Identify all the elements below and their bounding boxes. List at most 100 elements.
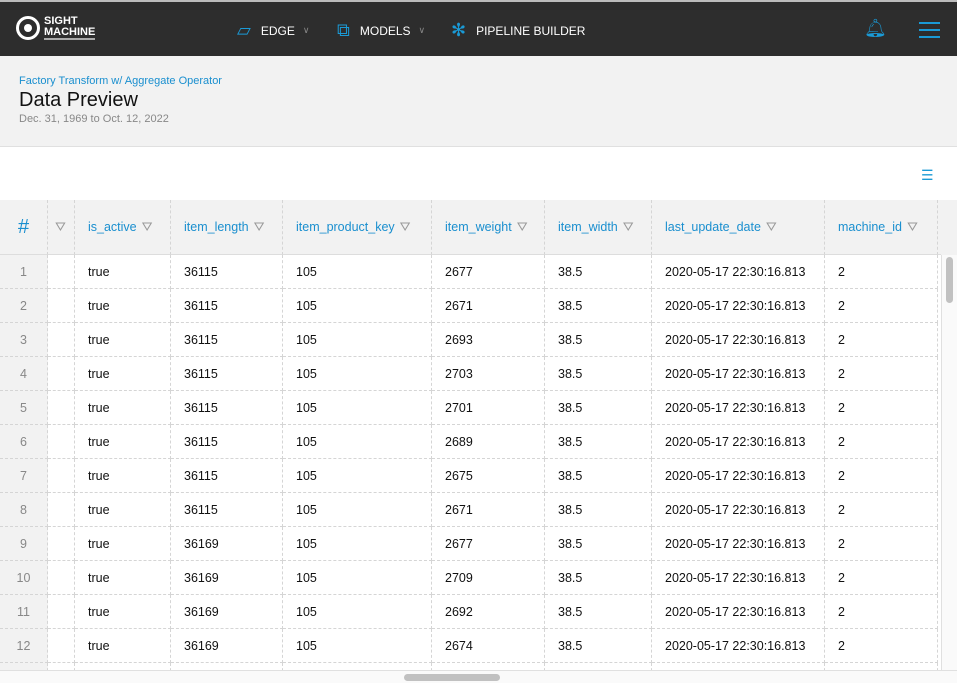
table-cell[interactable]: 2677 bbox=[432, 255, 545, 289]
table-cell[interactable]: 2 bbox=[825, 561, 938, 595]
table-cell[interactable]: 38.5 bbox=[545, 323, 652, 357]
table-cell[interactable]: 2701 bbox=[432, 391, 545, 425]
table-cell[interactable] bbox=[171, 663, 283, 670]
table-cell[interactable]: 2020-05-17 22:30:16.813 bbox=[652, 595, 825, 629]
filter-icon[interactable]: ⛛ bbox=[400, 219, 411, 235]
table-cell[interactable]: 2020-05-17 22:30:16.813 bbox=[652, 493, 825, 527]
table-cell[interactable]: 105 bbox=[283, 493, 432, 527]
column-header-item_product_key[interactable]: item_product_key ⛛ bbox=[283, 200, 432, 255]
table-cell[interactable]: 2671 bbox=[432, 493, 545, 527]
table-cell[interactable]: 2674 bbox=[432, 629, 545, 663]
table-cell[interactable]: 36115 bbox=[171, 425, 283, 459]
table-cell[interactable]: 2020-05-17 22:30:16.813 bbox=[652, 289, 825, 323]
table-cell[interactable]: 36115 bbox=[171, 357, 283, 391]
table-cell[interactable]: 2675 bbox=[432, 459, 545, 493]
table-cell[interactable]: 36115 bbox=[171, 493, 283, 527]
table-cell[interactable]: 38.5 bbox=[545, 459, 652, 493]
table-cell[interactable]: 2020-05-17 22:30:16.813 bbox=[652, 357, 825, 391]
table-cell[interactable]: true bbox=[75, 255, 171, 289]
vertical-scrollbar[interactable] bbox=[941, 255, 957, 670]
table-cell[interactable]: 2020-05-17 22:30:16.813 bbox=[652, 323, 825, 357]
table-cell[interactable]: 38.5 bbox=[545, 595, 652, 629]
table-cell[interactable]: 105 bbox=[283, 391, 432, 425]
table-cell[interactable]: 2692 bbox=[432, 595, 545, 629]
table-cell[interactable]: 105 bbox=[283, 255, 432, 289]
nav-models[interactable]: ⧉ MODELS ∨ bbox=[337, 20, 425, 41]
sight-machine-logo[interactable]: SIGHT MACHINE bbox=[16, 16, 96, 40]
nav-edge[interactable]: ▱ EDGE ∨ bbox=[237, 20, 309, 41]
table-cell[interactable]: 2 bbox=[825, 391, 938, 425]
table-cell[interactable]: 2020-05-17 22:30:16.813 bbox=[652, 255, 825, 289]
table-cell[interactable]: 2 bbox=[825, 527, 938, 561]
table-cell[interactable]: 2693 bbox=[432, 323, 545, 357]
table-cell[interactable]: 36115 bbox=[171, 459, 283, 493]
breadcrumb[interactable]: Factory Transform w/ Aggregate Operator bbox=[19, 75, 222, 87]
column-list-icon[interactable]: ☰ bbox=[921, 167, 934, 184]
table-cell[interactable]: true bbox=[75, 561, 171, 595]
table-cell[interactable]: 105 bbox=[283, 595, 432, 629]
table-cell[interactable]: 36115 bbox=[171, 255, 283, 289]
table-cell[interactable] bbox=[432, 663, 545, 670]
table-cell[interactable]: 105 bbox=[283, 357, 432, 391]
table-cell[interactable] bbox=[283, 663, 432, 670]
filter-icon[interactable]: ⛛ bbox=[623, 219, 634, 235]
filter-icon[interactable]: ⛛ bbox=[142, 219, 153, 235]
table-cell[interactable]: 105 bbox=[283, 425, 432, 459]
table-cell[interactable]: true bbox=[75, 595, 171, 629]
table-cell[interactable]: 38.5 bbox=[545, 493, 652, 527]
table-cell[interactable]: 105 bbox=[283, 459, 432, 493]
table-cell[interactable]: 2020-05-17 22:30:16.813 bbox=[652, 561, 825, 595]
table-cell[interactable]: true bbox=[75, 493, 171, 527]
table-cell[interactable]: true bbox=[75, 357, 171, 391]
table-cell[interactable]: 2 bbox=[825, 425, 938, 459]
table-cell[interactable]: 105 bbox=[283, 527, 432, 561]
table-cell[interactable]: 38.5 bbox=[545, 289, 652, 323]
table-cell[interactable]: 2709 bbox=[432, 561, 545, 595]
table-cell[interactable]: 36115 bbox=[171, 289, 283, 323]
table-cell[interactable]: 2 bbox=[825, 595, 938, 629]
table-cell[interactable]: 36115 bbox=[171, 391, 283, 425]
filter-icon[interactable]: ⛛ bbox=[55, 219, 66, 235]
table-cell[interactable]: 2689 bbox=[432, 425, 545, 459]
table-cell[interactable] bbox=[652, 663, 825, 670]
table-cell[interactable]: true bbox=[75, 459, 171, 493]
table-cell[interactable]: true bbox=[75, 323, 171, 357]
table-cell[interactable]: 2020-05-17 22:30:16.813 bbox=[652, 391, 825, 425]
table-cell[interactable]: 2677 bbox=[432, 527, 545, 561]
table-cell[interactable]: 36169 bbox=[171, 629, 283, 663]
table-cell[interactable]: 2020-05-17 22:30:16.813 bbox=[652, 425, 825, 459]
table-cell[interactable]: 2 bbox=[825, 323, 938, 357]
table-cell[interactable]: 105 bbox=[283, 323, 432, 357]
row-filter-header[interactable]: ⛛ bbox=[48, 200, 75, 255]
table-cell[interactable]: 2020-05-17 22:30:16.813 bbox=[652, 527, 825, 561]
column-header-item_length[interactable]: item_length ⛛ bbox=[171, 200, 283, 255]
filter-icon[interactable]: ⛛ bbox=[907, 219, 918, 235]
table-cell[interactable]: 2 bbox=[825, 357, 938, 391]
bell-icon[interactable]: 🔔︎ bbox=[864, 18, 887, 39]
table-cell[interactable]: 2 bbox=[825, 255, 938, 289]
table-cell[interactable]: true bbox=[75, 391, 171, 425]
table-cell[interactable]: 105 bbox=[283, 629, 432, 663]
hamburger-menu-icon[interactable] bbox=[919, 22, 940, 43]
table-cell[interactable]: 2 bbox=[825, 493, 938, 527]
horizontal-scrollbar[interactable] bbox=[0, 670, 957, 683]
table-cell[interactable]: 2020-05-17 22:30:16.813 bbox=[652, 459, 825, 493]
table-cell[interactable]: 38.5 bbox=[545, 425, 652, 459]
table-cell[interactable]: 38.5 bbox=[545, 561, 652, 595]
table-cell[interactable]: 38.5 bbox=[545, 527, 652, 561]
table-cell[interactable]: 2 bbox=[825, 289, 938, 323]
table-cell[interactable]: 105 bbox=[283, 561, 432, 595]
nav-pipeline-builder[interactable]: ✻ PIPELINE BUILDER bbox=[451, 20, 585, 41]
filter-icon[interactable]: ⛛ bbox=[517, 219, 528, 235]
table-cell[interactable]: 105 bbox=[283, 289, 432, 323]
table-cell[interactable]: true bbox=[75, 425, 171, 459]
column-header-item_width[interactable]: item_width ⛛ bbox=[545, 200, 652, 255]
table-cell[interactable] bbox=[545, 663, 652, 670]
table-cell[interactable]: 2 bbox=[825, 629, 938, 663]
table-cell[interactable]: true bbox=[75, 527, 171, 561]
table-cell[interactable]: 2020-05-17 22:30:16.813 bbox=[652, 629, 825, 663]
table-cell[interactable]: 2671 bbox=[432, 289, 545, 323]
column-header-last_update_date[interactable]: last_update_date ⛛ bbox=[652, 200, 825, 255]
table-cell[interactable] bbox=[75, 663, 171, 670]
filter-icon[interactable]: ⛛ bbox=[254, 219, 265, 235]
